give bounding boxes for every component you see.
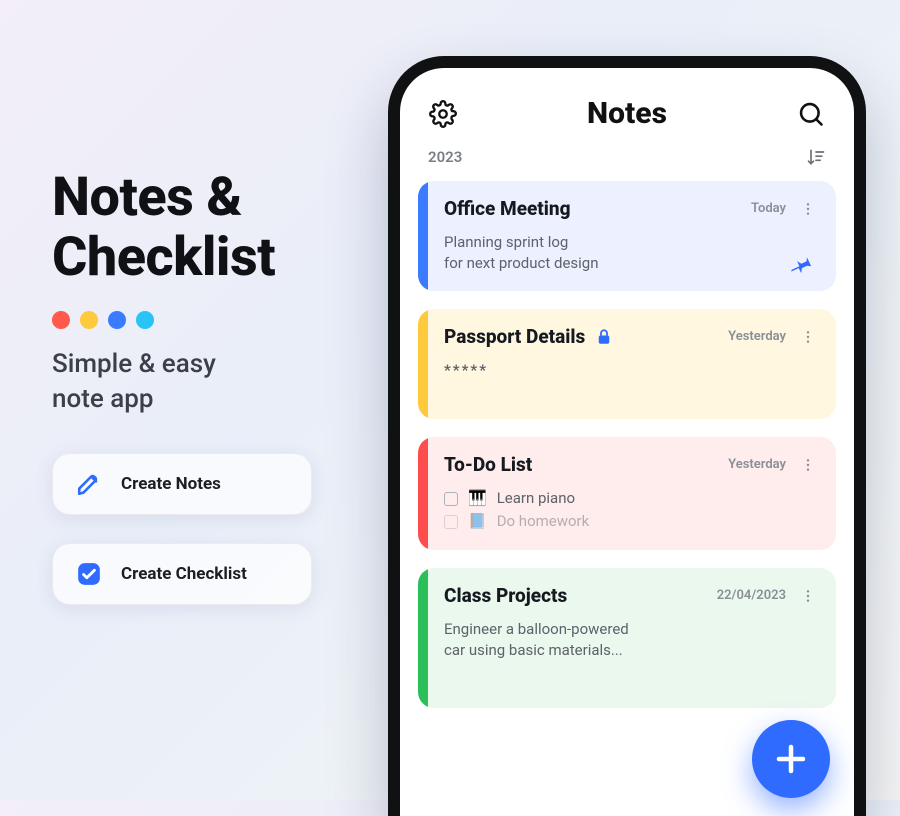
notes-list: Office Meeting Today Planning sprint log… [400,181,854,708]
checkbox-icon[interactable] [444,492,458,506]
more-vertical-icon [800,206,816,221]
checklist-item[interactable]: 🎹 Learn piano [444,488,818,509]
note-title: Passport Details [444,325,585,348]
promo-headline: Notes & Checklist [52,168,382,289]
note-card[interactable]: To-Do List Yesterday 🎹 Lea [418,437,836,550]
checkbox-icon [75,560,103,588]
more-vertical-icon [800,334,816,349]
note-card[interactable]: Office Meeting Today Planning sprint log… [418,181,836,291]
headline-line2: Checklist [52,226,275,289]
year-label: 2023 [428,148,462,166]
note-date: 22/04/2023 [717,588,786,603]
create-checklist-button[interactable]: Create Checklist [52,543,312,605]
search-icon [797,100,825,128]
emoji-icon: 📘 [468,511,487,532]
note-more-button[interactable] [798,588,818,604]
create-checklist-label: Create Checklist [121,564,247,584]
note-title: Office Meeting [444,197,571,220]
note-body: Engineer a balloon-powered car using bas… [444,619,818,661]
plus-icon [773,741,809,777]
checkbox-icon[interactable] [444,515,458,529]
app-bar: Notes [400,68,854,141]
gear-icon [429,100,457,128]
phone-frame: Notes 2023 Office Meeting [388,56,866,816]
dot-blue [108,311,126,329]
note-more-button[interactable] [798,201,818,217]
headline-line1: Notes & [52,166,242,229]
dot-cyan [136,311,154,329]
sub-bar: 2023 [400,141,854,181]
note-more-button[interactable] [798,329,818,345]
app-title: Notes [587,96,667,131]
color-stripe [418,309,428,419]
note-date: Yesterday [728,457,786,472]
create-notes-button[interactable]: Create Notes [52,453,312,515]
note-body: Planning sprint log for next product des… [444,232,818,274]
color-stripe [418,437,428,550]
dot-red [52,311,70,329]
pin-icon [790,253,814,277]
promo-tagline: Simple & easy note app [52,347,382,417]
pencil-icon [75,470,103,498]
note-body: ***** [444,360,818,381]
settings-button[interactable] [426,97,460,131]
note-card[interactable]: Class Projects 22/04/2023 Engineer a bal… [418,568,836,708]
note-date: Yesterday [728,329,786,344]
note-title: To-Do List [444,453,532,476]
color-dots [52,311,382,329]
note-body: 🎹 Learn piano 📘 Do homework [444,488,818,532]
add-note-fab[interactable] [752,720,830,798]
lock-icon [595,328,613,346]
checklist-item[interactable]: 📘 Do homework [444,511,818,532]
note-more-button[interactable] [798,457,818,473]
color-stripe [418,568,428,708]
more-vertical-icon [800,462,816,477]
sort-icon [806,153,826,171]
emoji-icon: 🎹 [468,488,487,509]
note-title: Class Projects [444,584,567,607]
dot-yellow [80,311,98,329]
note-date: Today [751,201,786,216]
promo-panel: Notes & Checklist Simple & easy note app… [52,168,382,605]
create-notes-label: Create Notes [121,474,221,494]
note-card[interactable]: Passport Details Yesterday *** [418,309,836,419]
sort-button[interactable] [806,147,826,167]
more-vertical-icon [800,593,816,608]
color-stripe [418,181,428,291]
search-button[interactable] [794,97,828,131]
